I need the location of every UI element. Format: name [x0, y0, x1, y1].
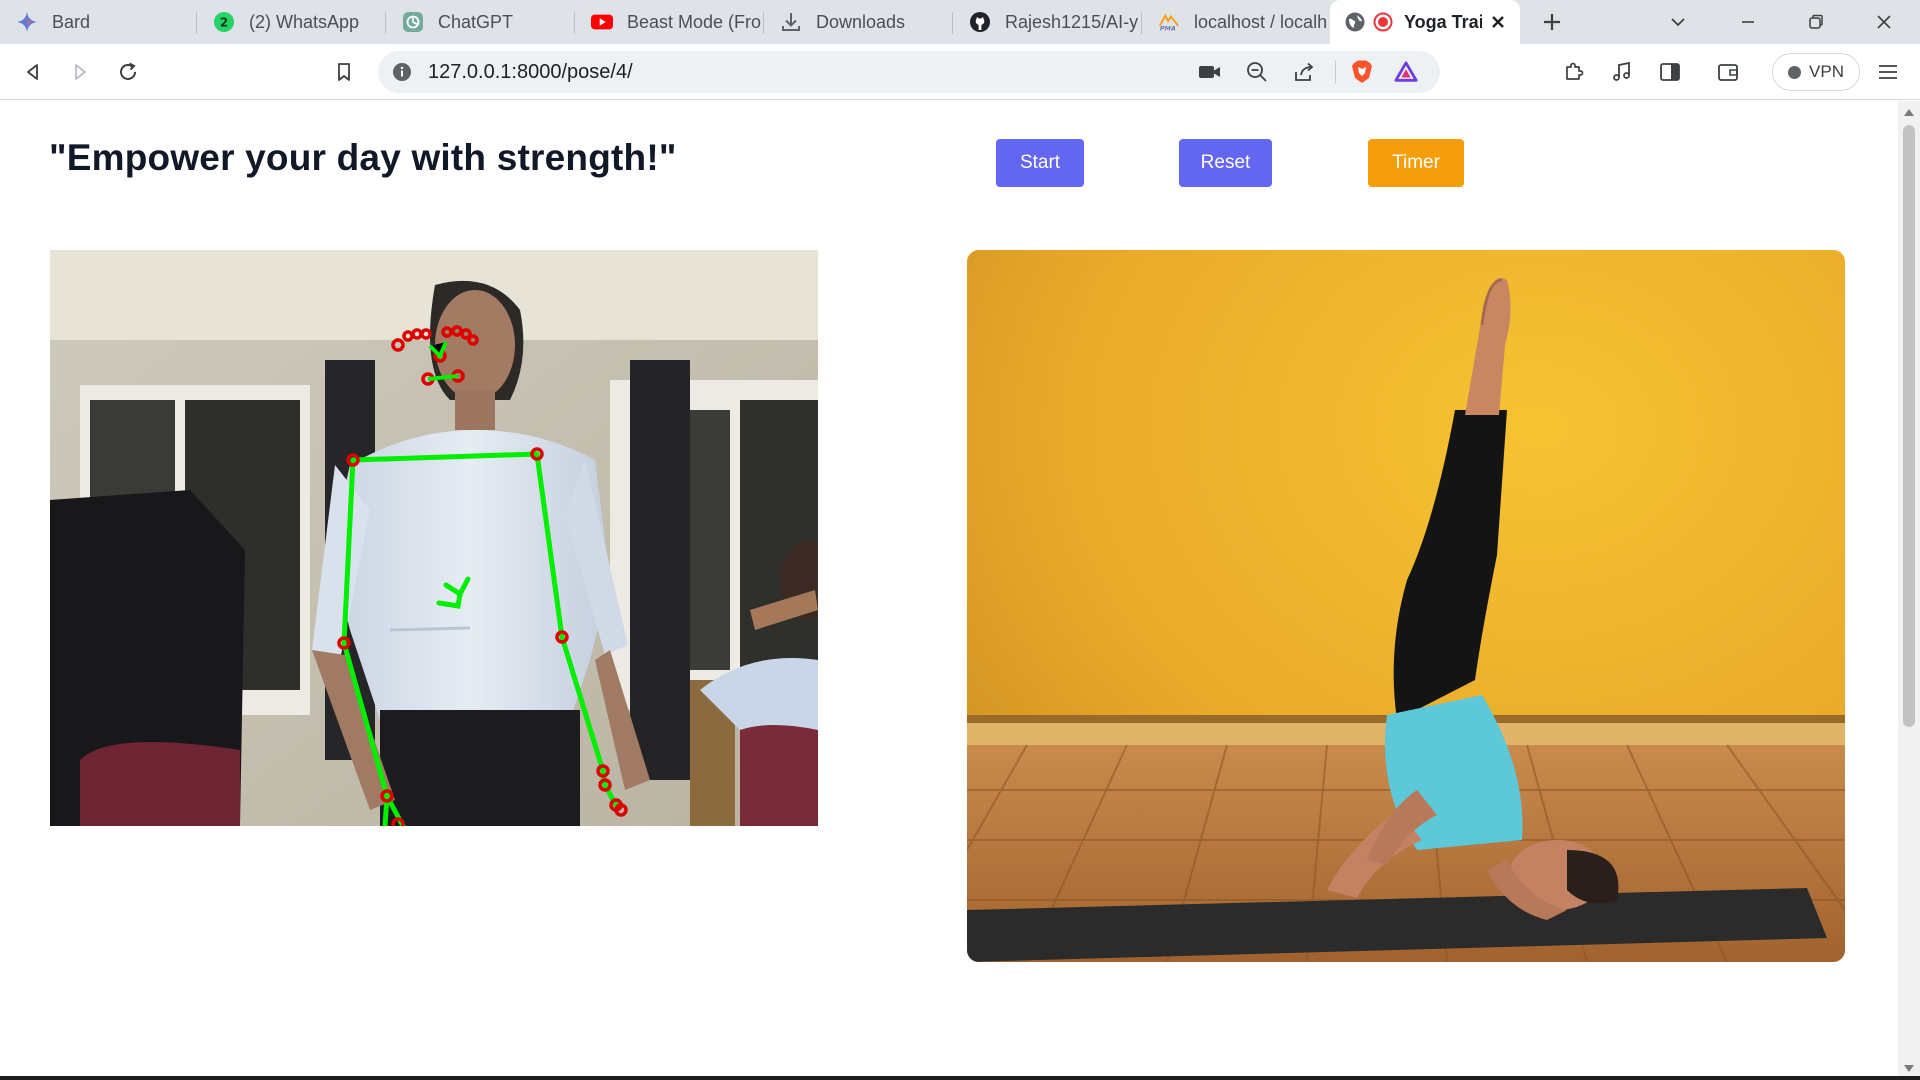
puzzle-piece-icon — [1566, 62, 1584, 80]
close-icon — [1877, 15, 1891, 29]
github-icon — [969, 11, 991, 33]
youtube-icon — [591, 11, 613, 33]
chatgpt-icon — [402, 11, 424, 33]
restore-button[interactable] — [1796, 0, 1836, 44]
scroll-down-arrow-icon[interactable] — [1904, 1065, 1914, 1072]
shoulder-stand-pose-picture — [967, 250, 1845, 962]
sidebar-toggle-button[interactable] — [1656, 58, 1684, 86]
tab-label: Rajesh1215/AI-y — [1005, 11, 1139, 32]
tab-whatsapp[interactable]: 2 (2) WhatsApp — [197, 0, 385, 44]
tab-label: Yoga Trai — [1404, 11, 1482, 32]
main-menu-button[interactable] — [1874, 58, 1902, 86]
download-icon — [780, 11, 802, 33]
start-button[interactable]: Start — [996, 139, 1084, 187]
tab-label: (2) WhatsApp — [249, 11, 360, 32]
forward-arrow-icon — [75, 64, 86, 80]
phpmyadmin-icon: PMA — [1158, 11, 1180, 33]
browser-toolbar: 127.0.0.1:8000/pose/4/ VPN — [0, 44, 1920, 100]
svg-text:2: 2 — [220, 16, 228, 30]
site-info-icon[interactable] — [392, 62, 412, 82]
tab-label: ChatGPT — [438, 11, 514, 32]
svg-text:PMA: PMA — [1160, 25, 1176, 32]
wallet-button[interactable] — [1714, 58, 1742, 86]
minimize-icon — [1742, 21, 1754, 23]
tab-github[interactable]: Rajesh1215/AI-y — [953, 0, 1141, 44]
back-button[interactable] — [19, 58, 47, 86]
whatsapp-icon: 2 — [213, 11, 235, 33]
bookmark-button[interactable] — [330, 58, 358, 86]
url-text[interactable]: 127.0.0.1:8000/pose/4/ — [428, 51, 633, 93]
sidebar-icon — [1660, 63, 1680, 81]
tab-phpmyadmin[interactable]: PMA localhost / localh — [1142, 0, 1328, 44]
share-icon[interactable] — [1292, 60, 1316, 84]
zoom-out-icon[interactable] — [1245, 60, 1269, 84]
window-bottom-edge — [0, 1076, 1920, 1080]
reload-button[interactable] — [114, 58, 142, 86]
scroll-up-arrow-icon[interactable] — [1904, 109, 1914, 116]
bookmark-icon — [338, 63, 350, 81]
media-control-button[interactable] — [1608, 58, 1636, 86]
brave-rewards-icon[interactable] — [1394, 60, 1418, 84]
page-scrollbar[interactable] — [1898, 101, 1920, 1078]
tab-search-dropdown[interactable] — [1660, 0, 1696, 44]
address-bar[interactable]: 127.0.0.1:8000/pose/4/ — [378, 51, 1440, 93]
motivational-quote: "Empower your day with strength!" — [49, 137, 677, 178]
reset-button[interactable]: Reset — [1179, 139, 1272, 187]
camera-in-use-icon[interactable] — [1198, 60, 1222, 84]
wallet-icon — [1718, 64, 1738, 81]
tab-downloads[interactable]: Downloads — [764, 0, 952, 44]
globe-icon — [1344, 11, 1366, 33]
timer-button[interactable]: Timer — [1368, 139, 1464, 187]
extensions-button[interactable] — [1560, 58, 1588, 86]
music-note-icon — [1613, 61, 1630, 81]
scrollbar-thumb[interactable] — [1903, 125, 1915, 727]
back-arrow-icon — [27, 64, 38, 80]
chevron-down-icon — [1671, 18, 1685, 27]
tab-yoga-trainer[interactable]: Yoga Trai — [1330, 0, 1520, 44]
tab-strip: Bard 2 (2) WhatsApp ChatGPT Beast Mode (… — [0, 0, 1920, 44]
webcam-feed — [50, 250, 818, 826]
hamburger-menu-icon — [1879, 65, 1897, 79]
recording-indicator-icon — [1372, 11, 1394, 33]
new-tab-button[interactable] — [1534, 0, 1570, 44]
tab-youtube[interactable]: Beast Mode (Fro — [575, 0, 763, 44]
page-viewport: "Empower your day with strength!" Start … — [0, 101, 1898, 1078]
vpn-button[interactable]: VPN — [1772, 53, 1860, 91]
close-window-button[interactable] — [1864, 0, 1904, 44]
close-tab-icon[interactable] — [1488, 12, 1508, 32]
tab-label: Downloads — [816, 11, 906, 32]
reload-icon — [120, 62, 136, 80]
vpn-status-icon — [1788, 65, 1802, 79]
minimize-button[interactable] — [1728, 0, 1768, 44]
brave-shields-icon[interactable] — [1350, 60, 1374, 84]
tab-label: localhost / localh — [1194, 11, 1328, 32]
tab-bard[interactable]: Bard — [0, 0, 196, 44]
restore-icon — [1809, 14, 1823, 29]
forward-button[interactable] — [66, 58, 94, 86]
webcam-frame-image — [50, 250, 818, 826]
tab-label: Beast Mode (Fro — [627, 11, 762, 32]
tab-chatgpt[interactable]: ChatGPT — [386, 0, 574, 44]
plus-icon — [1544, 14, 1560, 30]
tab-label: Bard — [52, 11, 91, 32]
reference-pose-image — [967, 250, 1845, 962]
bard-sparkle-icon — [16, 11, 38, 33]
vpn-label: VPN — [1809, 62, 1844, 81]
